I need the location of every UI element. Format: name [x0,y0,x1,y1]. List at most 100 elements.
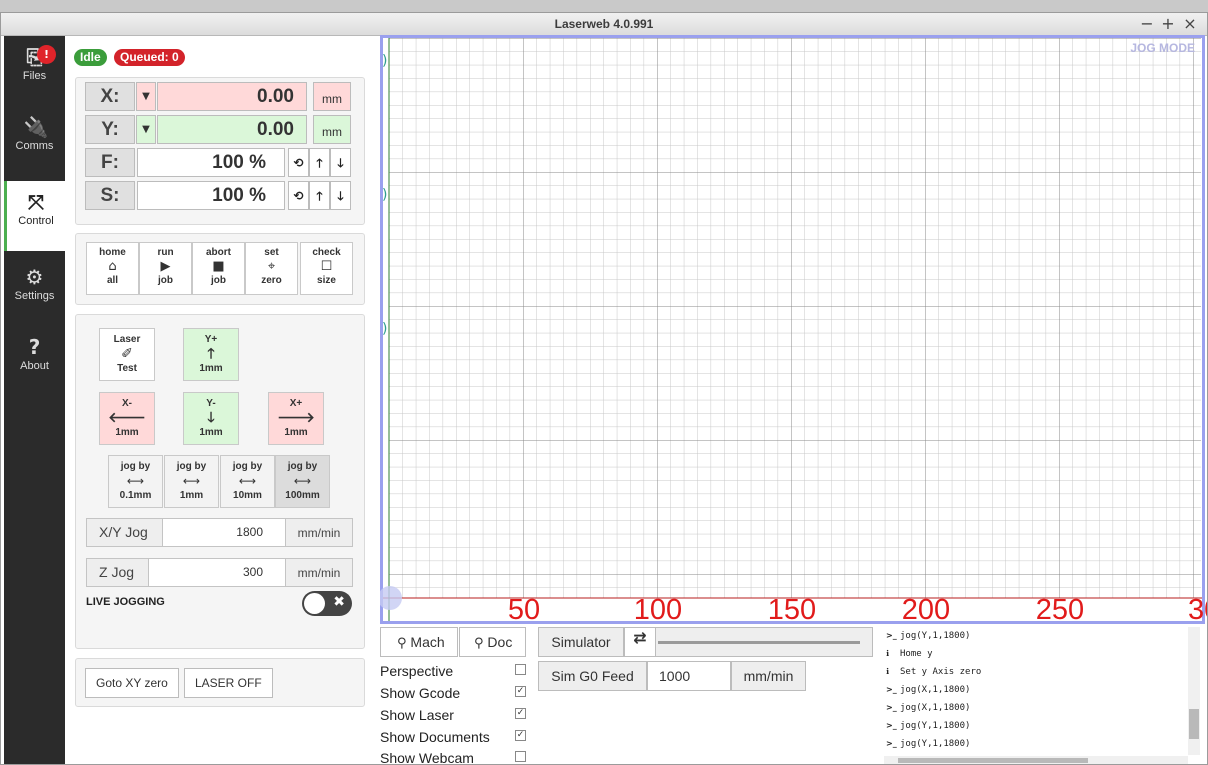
gears-icon: ⚙ [25,265,44,289]
jog-step-100mm-button[interactable]: jog by ⟷ 100mm [275,455,330,508]
x-position-value[interactable]: 0.00 [157,82,307,111]
x-axis-label: X: [85,82,135,111]
double-arrow-icon: ⟷ [293,474,312,488]
feed-down-icon[interactable]: 🡓 [330,148,351,177]
home-icon: ⌂ [108,259,117,274]
show-gcode-checkbox[interactable]: ✓ [515,686,526,697]
play-icon: ▶ [160,259,171,274]
double-arrow-icon: ⟷ [238,474,257,488]
maximize-icon[interactable]: + [1159,15,1177,33]
spindle-override-value[interactable]: 100 % [137,181,285,210]
z-jog-speed-input[interactable]: 300 [149,559,287,586]
spindle-reset-icon[interactable]: ⟲ [288,181,309,210]
close-icon[interactable]: × [1181,15,1199,33]
spindle-down-icon[interactable]: 🡓 [330,181,351,210]
show-laser-checkbox[interactable]: ✓ [515,708,526,719]
jog-step-0-1mm-button[interactable]: jog by ⟷ 0.1mm [108,455,163,508]
jog-y-plus-step: 1mm [199,363,223,374]
jog-x-minus-step: 1mm [115,427,139,438]
laser-off-button[interactable]: LASER OFF [184,668,273,698]
jog-x-plus-step: 1mm [284,427,308,438]
minimize-icon[interactable]: − [1138,15,1156,33]
console-horizontal-scrollbar[interactable] [884,756,1188,764]
abort-job-label-bottom: job [211,275,226,286]
question-icon: ? [28,335,41,359]
jog-x-minus-button[interactable]: X- 🡐 1mm [99,392,155,445]
jog-x-plus-button[interactable]: X+ 🡒 1mm [268,392,324,445]
sidebar-item-label: Comms [15,140,54,152]
slider-track [658,641,860,644]
info-icon: ℹ [886,649,890,658]
view-mach-label: Mach [410,634,445,650]
home-all-label-bottom: all [106,275,119,286]
sidebar-item-files[interactable]: ⎘ ! Files [4,36,65,106]
scrollbar-thumb[interactable] [898,758,1088,763]
feed-override-value[interactable]: 100 % [137,148,285,177]
crosshair-icon: ⌖ [267,259,276,274]
y-dropdown-button[interactable]: ▼ [136,115,156,144]
console-log[interactable]: >_ jog(Y,1,1800) ℹ Home y ℹ Set y Axis zero… [884,627,1200,764]
scrollbar-thumb[interactable] [1189,709,1199,739]
jog-y-minus-button[interactable]: Y- 🡓 1mm [183,392,239,445]
feed-reset-icon[interactable]: ⟲ [288,148,309,177]
sidebar-item-label: About [20,360,49,372]
jog-step-value: 100mm [285,490,320,501]
z-jog-speed-row: Z Jog 300 mm/min [86,558,353,587]
jog-y-plus-button[interactable]: Y+ 🡑 1mm [183,328,239,381]
sidebar-item-comms[interactable]: 🔌 Comms [4,106,65,176]
abort-job-button[interactable]: abort ■ job [192,242,245,295]
show-documents-checkbox[interactable]: ✓ [515,730,526,741]
svg-text:): ) [382,53,387,69]
simulator-slider[interactable] [656,627,873,657]
sim-g0-feed-input[interactable]: 1000 [647,661,731,691]
console-line: >_ jog(Y,1,1800) [886,631,970,641]
console-line: >_ jog(X,1,1800) [886,703,970,713]
home-all-button[interactable]: home ⌂ all [86,242,139,295]
sidebar-item-settings[interactable]: ⚙ Settings [4,256,65,326]
y-position-value[interactable]: 0.00 [157,115,307,144]
jog-step-value: 0.1mm [119,490,152,501]
workspace-grid: ) ) ) [378,35,1205,624]
laser-test-button[interactable]: Laser ✐ Test [99,328,155,381]
jog-y-minus-step: 1mm [199,427,223,438]
prompt-icon: >_ [886,703,897,712]
perspective-checkbox[interactable] [515,664,526,675]
simulator-label: Simulator [538,627,624,657]
z-jog-unit: mm/min [285,559,352,586]
jog-step-label: jog by [232,461,263,472]
jog-x-minus-label: X- [122,398,132,409]
sidebar-item-control[interactable]: ⤧ Control [4,181,65,251]
jog-step-10mm-button[interactable]: jog by ⟷ 10mm [220,455,275,508]
check-size-button[interactable]: check ☐ size [300,242,353,295]
jog-step-label: jog by [120,461,151,472]
console-vertical-scrollbar[interactable] [1188,627,1200,755]
run-job-button[interactable]: run ▶ job [139,242,192,295]
jog-step-value: 1mm [179,490,204,501]
set-zero-button[interactable]: set ⌖ zero [245,242,298,295]
run-job-label-top: run [157,247,174,258]
x-dropdown-button[interactable]: ▼ [136,82,156,111]
x-axis-tick-label: 300 [1188,594,1207,626]
view-mach-button[interactable]: ⚲ Mach [380,627,458,657]
x-axis-tick-label: 150 [767,594,817,626]
show-laser-option-label: Show Laser [380,707,454,723]
app-window: Laserweb 4.0.991 − + × ⎘ ! Files 🔌 Comms… [0,12,1208,765]
title-bar: Laserweb 4.0.991 − + × [1,13,1207,36]
spindle-up-icon[interactable]: 🡑 [309,181,330,210]
console-line-text: jog(X,1,1800) [900,685,971,695]
run-job-label-bottom: job [158,275,173,286]
jog-step-1mm-button[interactable]: jog by ⟷ 1mm [164,455,219,508]
xy-jog-speed-input[interactable]: 1800 [163,519,287,546]
view-doc-button[interactable]: ⚲ Doc [459,627,526,657]
goto-xy-zero-button[interactable]: Goto XY zero [85,668,179,698]
arrows-icon: ⤧ [28,190,44,214]
workspace-canvas[interactable]: ) ) ) JOG MODE 50 100 150 200 250 300 [378,35,1207,626]
feed-up-icon[interactable]: 🡑 [309,148,330,177]
show-webcam-checkbox[interactable] [515,751,526,762]
svg-text:): ) [382,321,387,337]
plug-icon: 🔌 [23,115,49,139]
sidebar-item-about[interactable]: ? About [4,326,65,396]
live-jogging-toggle[interactable]: ✖ [302,591,352,616]
swap-arrows-icon[interactable]: ⇄ [624,627,656,657]
prompt-icon: >_ [886,631,897,640]
